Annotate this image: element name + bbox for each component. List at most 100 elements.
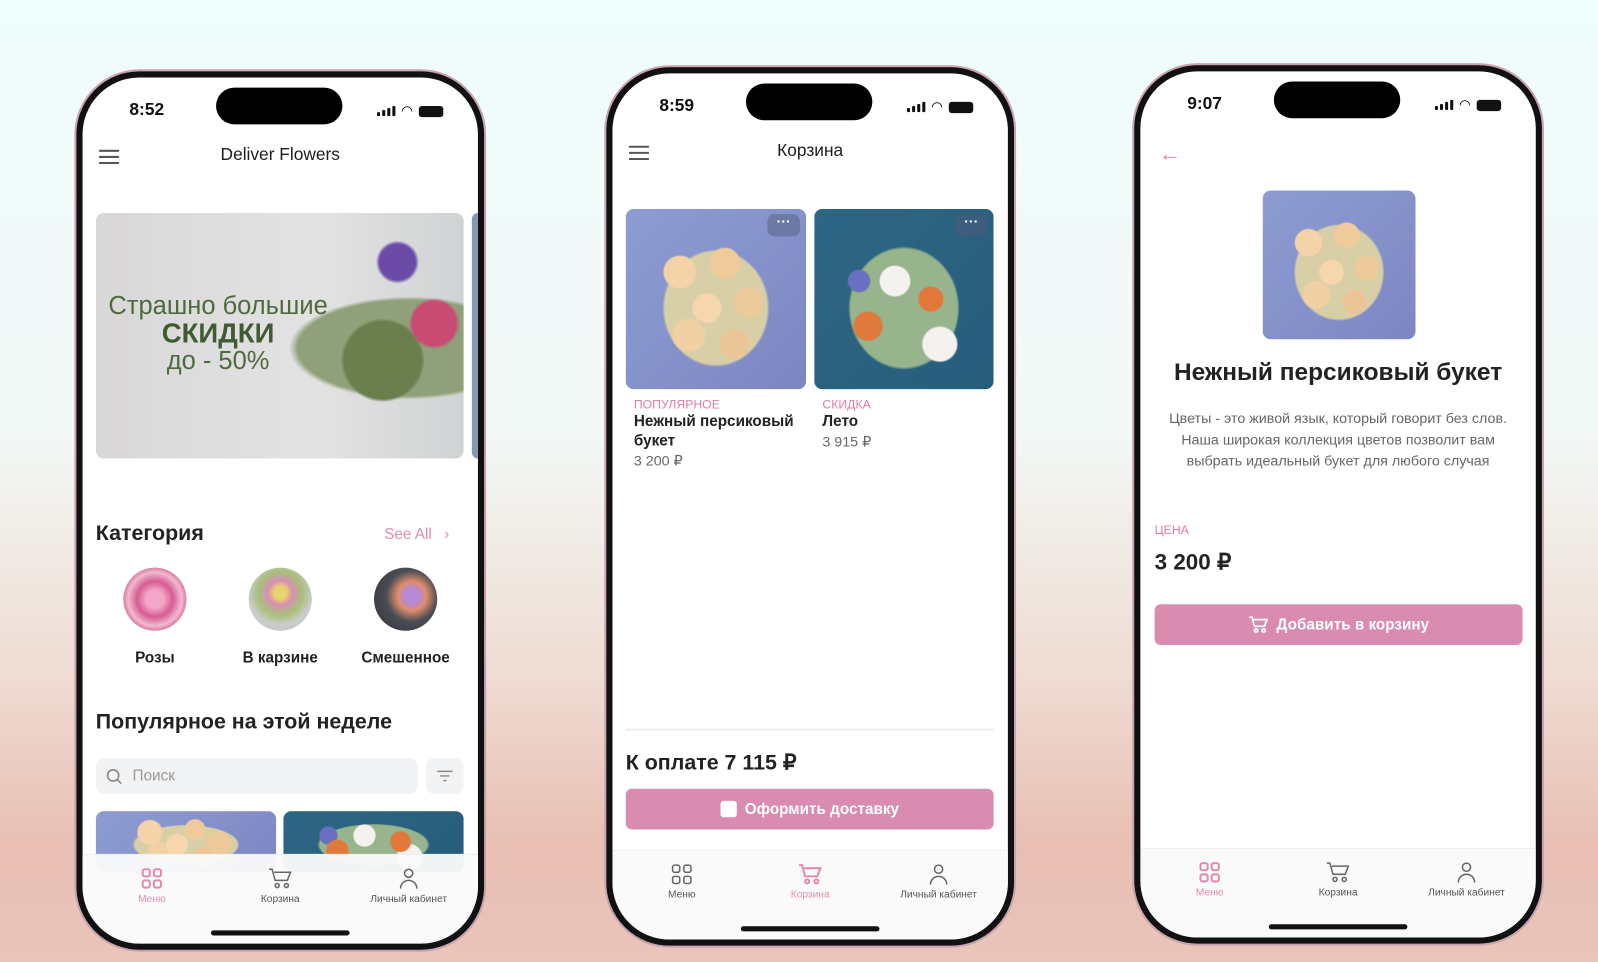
tab-label: Корзина — [790, 889, 830, 901]
status-icons: ◠ — [1434, 96, 1502, 113]
tab-bar: Меню Корзина Личный кабинет — [82, 853, 478, 944]
tab-cart[interactable]: Корзина — [749, 863, 871, 901]
status-time: 9:07 — [1187, 93, 1222, 114]
add-to-cart-button[interactable]: Добавить в корзину — [1154, 604, 1523, 646]
search-input[interactable]: Поиск — [95, 758, 418, 794]
battery-icon — [418, 105, 444, 117]
tab-label: Корзина — [1318, 887, 1358, 899]
home-indicator — [740, 926, 880, 932]
dynamic-island — [1273, 81, 1401, 119]
category-basket[interactable]: В карзине — [224, 567, 336, 667]
tab-menu[interactable]: Меню — [621, 863, 743, 901]
tab-menu[interactable]: Меню — [91, 867, 213, 905]
product-title: Нежный персиковый букет — [1173, 358, 1503, 387]
user-icon — [399, 868, 418, 889]
cart-item[interactable]: ··· Скидка Лето 3 915 ₽ — [814, 208, 994, 451]
tab-profile[interactable]: Личный кабинет — [348, 867, 470, 905]
tab-label: Меню — [668, 889, 696, 901]
filter-button[interactable] — [425, 758, 464, 794]
phone-home: 8:52 ◠ Deliver Flowers Страшно большие С… — [76, 71, 485, 950]
cart-item[interactable]: ··· Популярное Нежный персиковый букет 3… — [625, 208, 807, 470]
phone-product: 9:07 ◠ ← Нежный персиковый букет Цветы -… — [1134, 65, 1542, 944]
tab-label: Меню — [138, 893, 166, 905]
total-amount: К оплате 7 115 ₽ — [625, 751, 797, 775]
signal-icon — [376, 105, 396, 117]
tab-bar: Меню Корзина Личный кабинет — [612, 849, 1008, 940]
product-description: Цветы - это живой язык, который говорит … — [1169, 409, 1508, 469]
category-title: Категория — [95, 521, 204, 546]
tab-label: Меню — [1195, 887, 1224, 899]
status-icons: ◠ — [906, 98, 974, 115]
banner-line2: СКИДКИ — [161, 317, 275, 349]
grid-icon — [1199, 862, 1220, 883]
tab-label: Личный кабинет — [900, 889, 977, 901]
banner-line3: до - 50% — [166, 346, 270, 375]
tab-label: Корзина — [260, 893, 300, 905]
product-image — [1262, 190, 1416, 340]
product-image: ··· — [625, 208, 807, 390]
cart-icon — [1249, 616, 1268, 633]
see-all-label: See All — [384, 525, 432, 544]
page-title: Корзина — [777, 140, 844, 160]
tab-menu[interactable]: Меню — [1149, 861, 1271, 899]
item-tag: Популярное — [633, 397, 720, 412]
tab-cart[interactable]: Корзина — [1277, 861, 1399, 899]
search-icon — [106, 768, 122, 784]
cart-icon — [1326, 862, 1350, 883]
category-mixed[interactable]: Смешенное — [350, 567, 462, 667]
status-time: 8:52 — [129, 99, 165, 120]
cart-icon — [269, 868, 292, 889]
item-price: 3 915 ₽ — [822, 433, 872, 450]
see-all-link[interactable]: See All › — [384, 526, 449, 543]
cart-icon — [798, 864, 822, 885]
product-price: 3 200 ₽ — [1154, 549, 1232, 575]
filter-icon — [437, 770, 453, 782]
signal-icon — [1434, 99, 1453, 111]
battery-icon — [1476, 99, 1502, 111]
category-label: В карзине — [242, 649, 318, 667]
more-icon[interactable]: ··· — [767, 214, 800, 237]
grid-icon — [671, 864, 692, 885]
category-roses[interactable]: Розы — [99, 567, 211, 667]
chevron-right-icon: › — [444, 525, 450, 544]
status-time: 8:59 — [659, 95, 695, 116]
back-arrow-icon[interactable]: ← — [1159, 141, 1181, 167]
battery-icon — [948, 101, 974, 113]
category-label: Розы — [135, 649, 175, 667]
wifi-icon: ◠ — [931, 98, 943, 115]
dynamic-island — [745, 83, 873, 121]
grid-icon — [141, 868, 163, 889]
item-tag: Скидка — [822, 397, 871, 412]
status-icons: ◠ — [376, 102, 444, 119]
user-icon — [1457, 862, 1476, 883]
box-icon — [720, 800, 737, 818]
category-label: Смешенное — [361, 649, 450, 667]
tab-label: Личный кабинет — [1428, 887, 1505, 899]
home-indicator — [210, 930, 350, 936]
tab-cart[interactable]: Корзина — [219, 867, 341, 905]
add-to-cart-label: Добавить в корзину — [1276, 615, 1430, 634]
popular-title: Популярное на этой неделе — [95, 710, 393, 734]
product-image: ··· — [814, 208, 994, 390]
phone-cart: 8:59 ◠ Корзина ··· Популярное Нежный пер… — [606, 67, 1015, 946]
tab-profile[interactable]: Личный кабинет — [877, 863, 999, 901]
more-icon[interactable]: ··· — [954, 214, 988, 237]
tab-bar: Меню Корзина Личный кабинет — [1140, 847, 1536, 938]
wifi-icon: ◠ — [1459, 96, 1471, 113]
divider — [625, 728, 994, 731]
tab-label: Личный кабинет — [370, 893, 447, 905]
item-name: Лето — [822, 412, 859, 431]
signal-icon — [906, 101, 925, 113]
item-name: Нежный персиковый букет — [633, 412, 794, 450]
dynamic-island — [216, 87, 343, 125]
search-placeholder: Поиск — [132, 767, 175, 785]
banner-line1: Страшно большие — [108, 291, 328, 320]
promo-banner[interactable]: Страшно большие СКИДКИ до - 50% — [95, 212, 464, 459]
user-icon — [929, 864, 948, 885]
checkout-label: Оформить доставку — [744, 800, 900, 818]
checkout-button[interactable]: Оформить доставку — [625, 788, 994, 830]
price-label: Цена — [1154, 522, 1189, 538]
wifi-icon: ◠ — [401, 102, 413, 119]
next-banner-peek[interactable] — [471, 212, 478, 459]
tab-profile[interactable]: Личный кабинет — [1405, 861, 1527, 899]
